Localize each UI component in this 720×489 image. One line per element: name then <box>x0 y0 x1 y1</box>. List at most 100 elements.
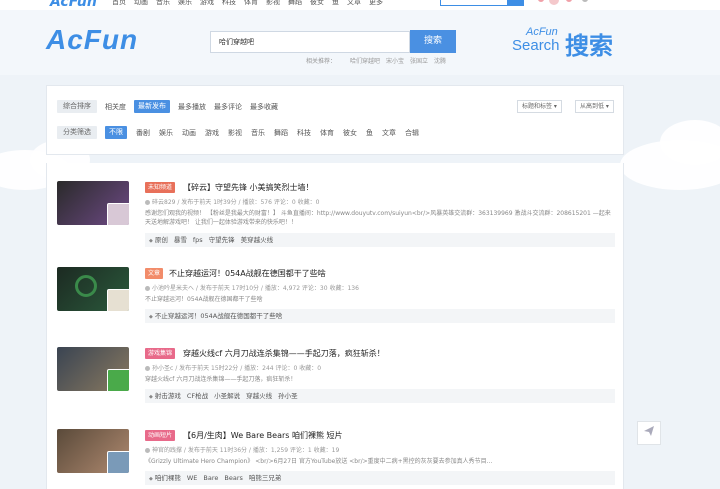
tag-bar: ◆ 原创 暴雪 fps 守望先锋 美穿越火线 <box>145 233 615 247</box>
top-nav-item[interactable]: 影视 <box>266 0 280 7</box>
top-nav-bar: AcFun 首页 动画 音乐 娱乐 游戏 科技 体育 影视 舞蹈 彼女 鱼 文章 更多 <box>0 0 720 10</box>
user-icon <box>145 448 150 453</box>
category-option[interactable]: 动画 <box>182 128 196 138</box>
video-title[interactable]: 【6月/生肉】We Bare Bears 咱们裸熊 短片 <box>183 430 343 441</box>
top-nav-item[interactable]: 音乐 <box>156 0 170 7</box>
video-tag[interactable]: Bare <box>203 474 218 482</box>
top-nav-item[interactable]: 体育 <box>244 0 258 7</box>
channel-tag[interactable]: 动画短片 <box>145 430 176 441</box>
top-nav-item[interactable]: 首页 <box>112 0 126 7</box>
top-nav-item[interactable]: 更多 <box>369 0 383 7</box>
channel-tag[interactable]: 文章 <box>145 268 164 279</box>
tag-bar: ◆ 咱们裸熊 WE Bare Bears 咱熊三兄弟 <box>145 471 615 485</box>
top-nav-item[interactable]: 鱼 <box>332 0 339 7</box>
search-input[interactable]: 哈们穿越吧 <box>210 31 410 53</box>
notification-icon[interactable] <box>538 0 544 2</box>
category-option[interactable]: 影视 <box>228 128 242 138</box>
related-link[interactable]: 沈腾 <box>434 56 446 65</box>
order-select[interactable]: 从高到低 ▾ <box>575 100 614 113</box>
video-thumbnail[interactable] <box>57 181 129 225</box>
video-tag[interactable]: 射击游戏 <box>155 392 181 400</box>
tag-icon: ◆ <box>149 238 153 244</box>
category-option[interactable]: 游戏 <box>205 128 219 138</box>
avatar[interactable] <box>548 0 560 6</box>
search-header: AcFun 哈们穿越吧 搜索 相关推荐： 哈们穿越吧 宋小宝 张国立 沈腾 AcFun… <box>0 10 720 75</box>
tag-bar: ◆ 射击游戏 CF枪战 小圣解说 穿越火线 孙小圣 <box>145 389 615 403</box>
category-option[interactable]: 科技 <box>297 128 311 138</box>
message-icon[interactable] <box>566 0 572 2</box>
sort-option[interactable]: 最多评论 <box>214 102 242 112</box>
tag-bar: ◆ 不止穿越运河！054A战舰在德国都干了些啥 <box>145 309 615 323</box>
sort-option[interactable]: 相关度 <box>105 102 126 112</box>
category-option[interactable]: 不限 <box>105 126 127 139</box>
uploader-avatar[interactable] <box>107 289 129 311</box>
video-description: 感谢您们观我的视频！ 【粉丝是我最大的财富！】 斗鱼直播间：http://www… <box>145 210 611 226</box>
video-tag[interactable]: 暴雪 <box>174 236 187 244</box>
sort-option[interactable]: 最多播放 <box>178 102 206 112</box>
category-option[interactable]: 文章 <box>382 128 396 138</box>
uploader-avatar[interactable] <box>107 203 129 225</box>
search-button[interactable]: 搜索 <box>410 30 456 53</box>
uploader-avatar[interactable] <box>107 369 129 391</box>
video-tag[interactable]: 咱们裸熊 <box>155 474 181 482</box>
sort-label: 综合排序 <box>57 100 97 113</box>
video-description: 《Grizzly Ultimate Hero Champion》 <br/>6月… <box>145 458 493 465</box>
video-tag[interactable]: 不止穿越运河！054A战舰在德国都干了些啥 <box>155 312 282 320</box>
video-tag[interactable]: WE <box>187 474 198 482</box>
video-meta: 碎云829 / 发布于前天 1时39分 / 播放：576 评论：0 收藏：0 <box>145 197 319 206</box>
category-option[interactable]: 音乐 <box>251 128 265 138</box>
related-link[interactable]: 张国立 <box>410 56 428 65</box>
video-tag[interactable]: 守望先锋 <box>209 236 235 244</box>
list-item: 文章 不止穿越运河！054A战舰在德国都干了些啥 小池吟星米夫へ / 发布于前天 1… <box>47 259 623 339</box>
acfun-logo[interactable]: AcFun <box>46 24 138 56</box>
top-nav-item[interactable]: 游戏 <box>200 0 214 7</box>
video-tag[interactable]: 咱熊三兄弟 <box>249 474 282 482</box>
top-logo[interactable]: AcFun <box>50 0 97 10</box>
user-icon <box>145 366 150 371</box>
top-search-input[interactable] <box>440 0 524 6</box>
menu-icon[interactable] <box>582 0 588 2</box>
list-item: 游戏集锦 穿越火线cf 六月刀战连杀集锦——手起刀落，疯狂斩杀！ 孙小圣c / 发布… <box>47 339 623 419</box>
category-row: 分类筛选 不限 番剧 娱乐 动画 游戏 影视 音乐 舞蹈 科技 体育 彼女鱼文章 合辑 <box>57 126 419 139</box>
top-nav-item[interactable]: 动画 <box>134 0 148 7</box>
video-title[interactable]: 穿越火线cf 六月刀战连杀集锦——手起刀落，疯狂斩杀！ <box>183 348 385 359</box>
category-option[interactable]: 合辑 <box>405 128 419 138</box>
video-tag[interactable]: fps <box>193 236 203 244</box>
video-tag[interactable]: 孙小圣 <box>278 392 298 400</box>
top-nav-item[interactable]: 文章 <box>347 0 361 7</box>
category-option[interactable]: 娱乐 <box>159 128 173 138</box>
sort-option[interactable]: 最多收藏 <box>250 102 278 112</box>
sort-option[interactable]: 最新发布 <box>134 100 170 113</box>
related-link[interactable]: 哈们穿越吧 <box>350 56 380 65</box>
field-select[interactable]: 标题和标签 ▾ <box>517 100 562 113</box>
video-tag[interactable]: 小圣解说 <box>214 392 240 400</box>
video-tag[interactable]: 美穿越火线 <box>241 236 274 244</box>
uploader-avatar[interactable] <box>107 451 129 473</box>
video-thumbnail[interactable] <box>57 347 129 391</box>
category-option[interactable]: 鱼 <box>366 128 373 138</box>
paper-plane-icon[interactable] <box>637 421 661 445</box>
top-nav-item[interactable]: 科技 <box>222 0 236 7</box>
top-nav-item[interactable]: 彼女 <box>310 0 324 7</box>
category-option[interactable]: 番剧 <box>136 128 150 138</box>
video-thumbnail[interactable] <box>57 429 129 473</box>
brand-cn: 搜索 <box>565 32 613 60</box>
video-tag[interactable]: 原创 <box>155 236 168 244</box>
top-nav-item[interactable]: 舞蹈 <box>288 0 302 7</box>
category-option[interactable]: 舞蹈 <box>274 128 288 138</box>
channel-tag[interactable]: 未知频道 <box>145 182 176 193</box>
category-option[interactable]: 彼女 <box>343 128 357 138</box>
top-nav-item[interactable]: 娱乐 <box>178 0 192 7</box>
play-icon <box>75 275 97 297</box>
video-title[interactable]: 【碎云】守望先锋 小美搞笑烈士墙！ <box>183 182 314 193</box>
video-tag[interactable]: CF枪战 <box>187 392 208 400</box>
top-search-button[interactable] <box>507 0 523 5</box>
channel-tag[interactable]: 游戏集锦 <box>145 348 176 359</box>
sort-row: 综合排序 相关度 最新发布 最多播放 最多评论 最多收藏 <box>57 100 278 113</box>
video-title[interactable]: 不止穿越运河！054A战舰在德国都干了些啥 <box>169 268 326 279</box>
related-link[interactable]: 宋小宝 <box>386 56 404 65</box>
video-tag[interactable]: Bears <box>224 474 243 482</box>
video-thumbnail[interactable] <box>57 267 129 311</box>
video-tag[interactable]: 穿越火线 <box>246 392 272 400</box>
category-option[interactable]: 体育 <box>320 128 334 138</box>
